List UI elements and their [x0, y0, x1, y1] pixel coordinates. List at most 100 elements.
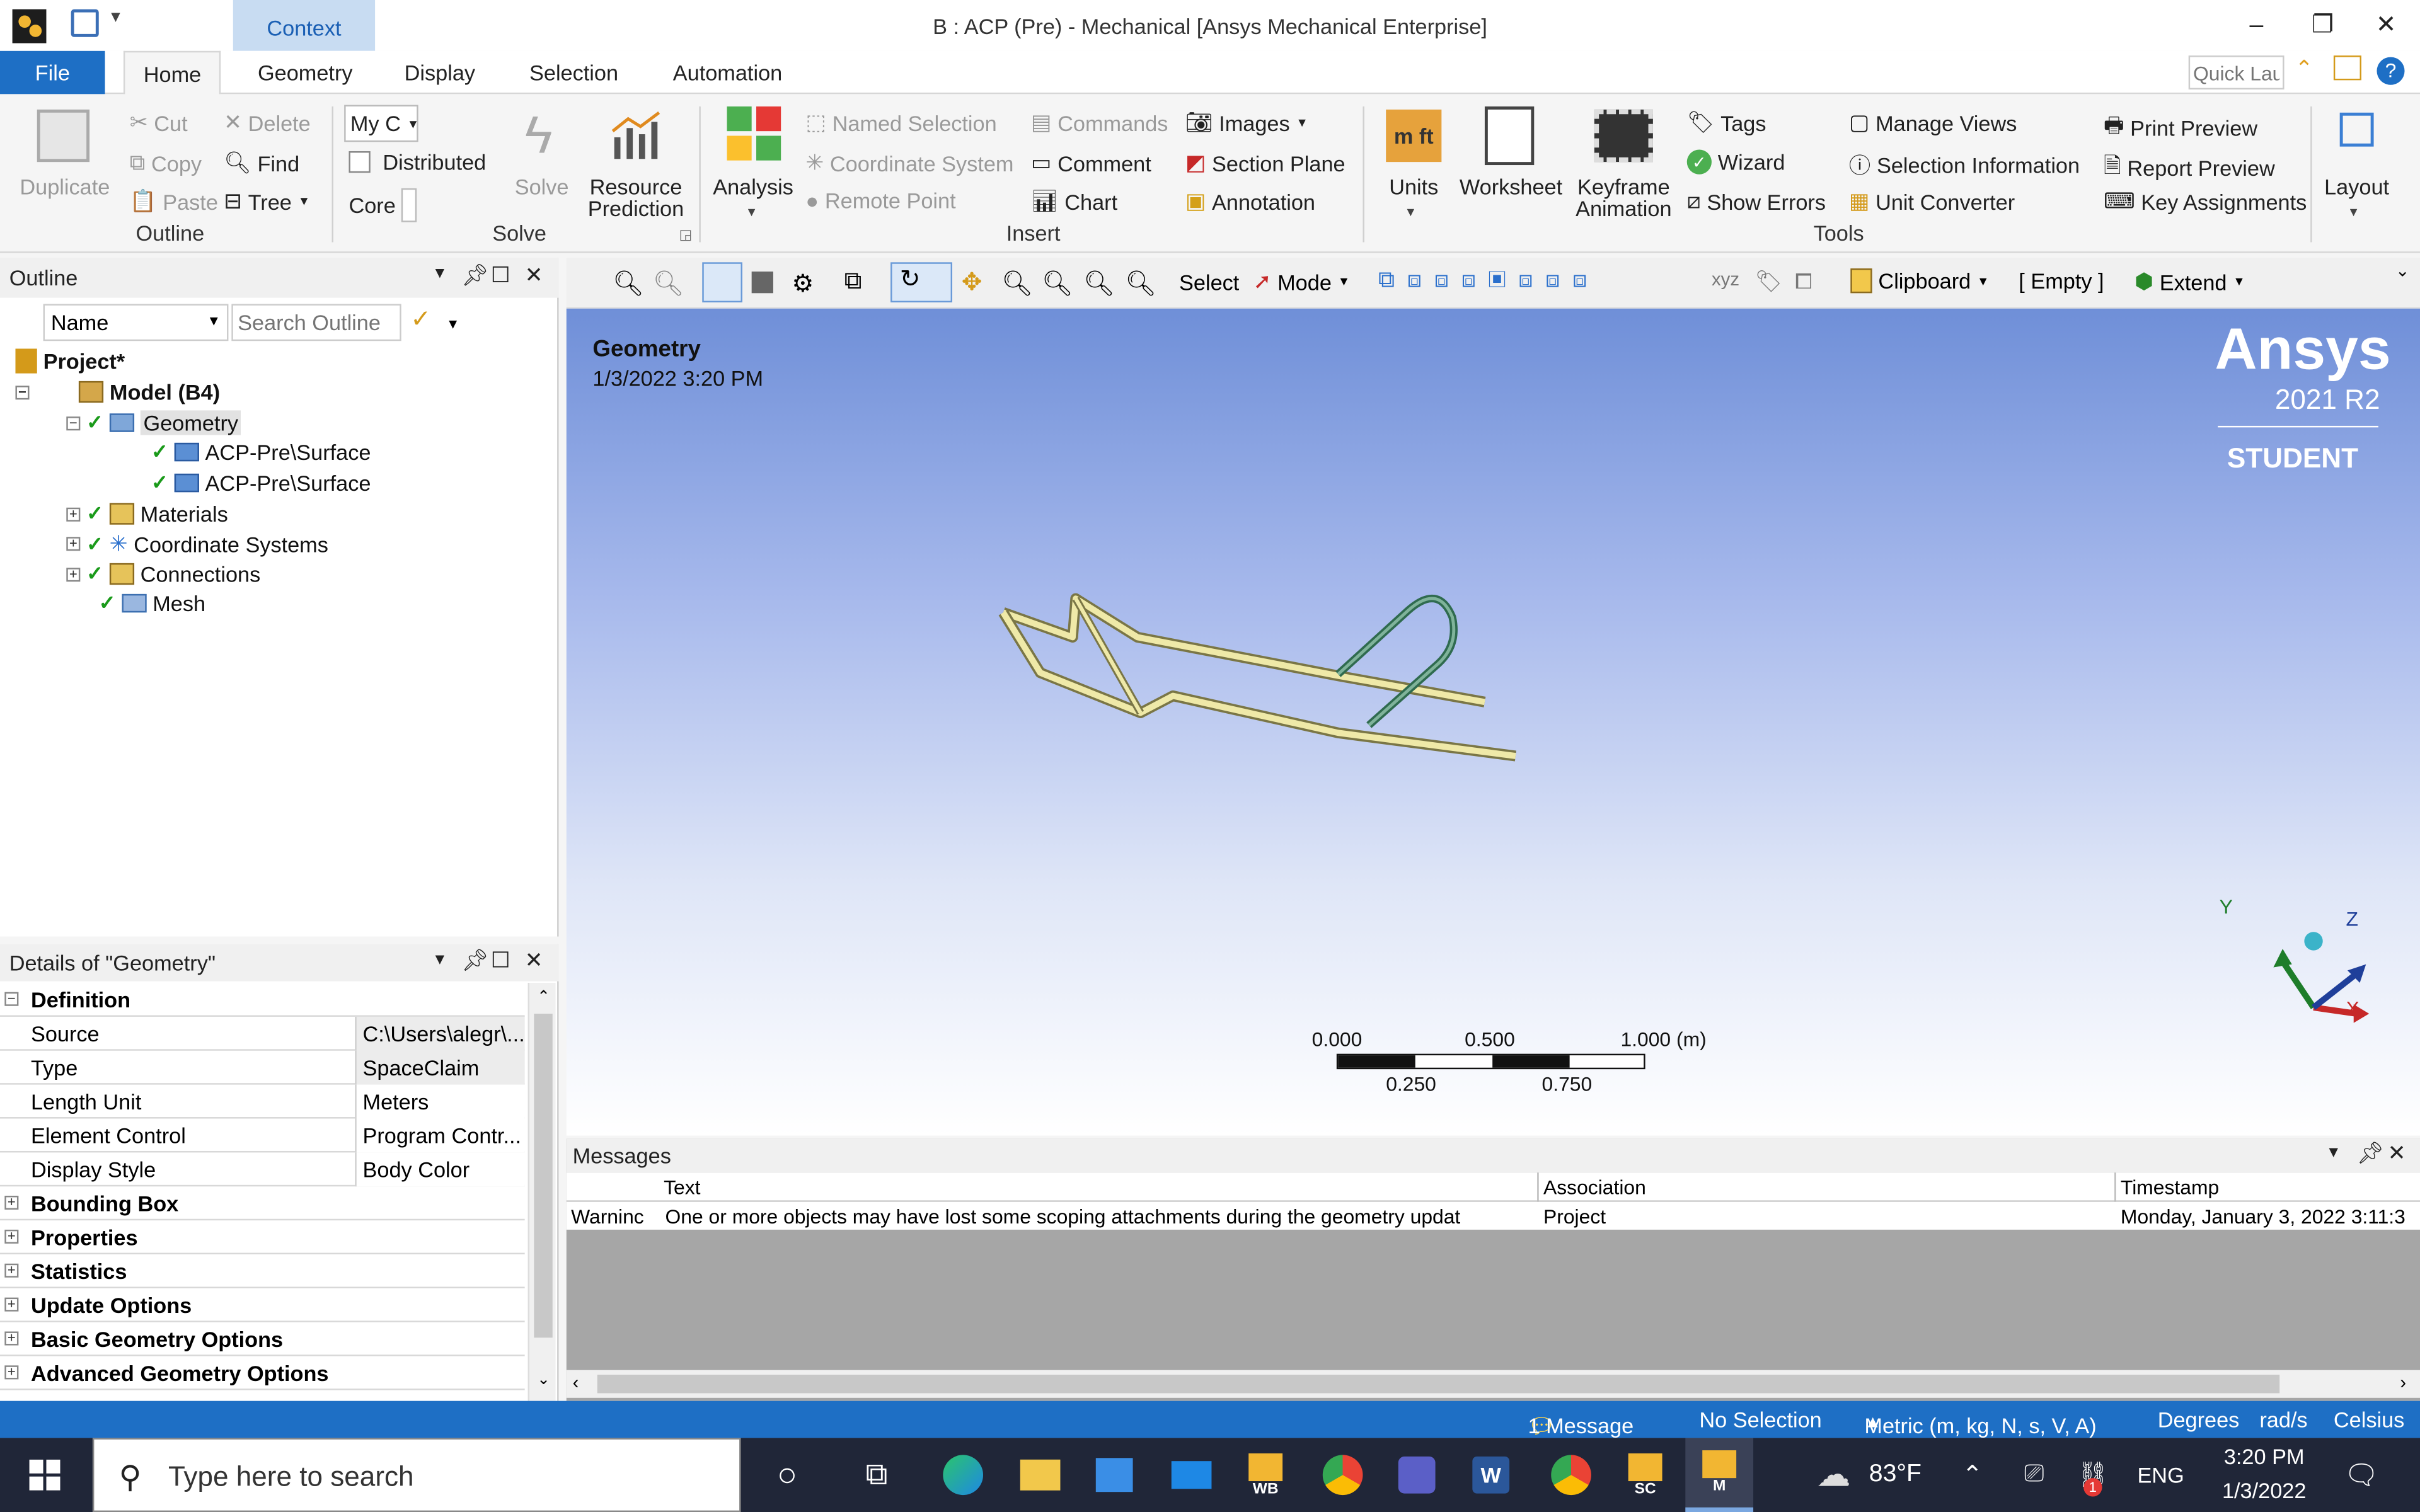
analysis-button[interactable]: Analysis [707, 176, 800, 197]
tree-item-materials[interactable]: + ✓ Materials [66, 501, 228, 526]
pin-icon[interactable]: 📌︎ [461, 948, 489, 974]
comment-button[interactable]: ▭ Comment [1031, 150, 1151, 176]
collapse-ribbon-icon[interactable]: ⌃ [2295, 55, 2313, 82]
mechanical-app-icon[interactable]: M [1685, 1438, 1754, 1512]
duplicate-button[interactable]: Duplicate [9, 176, 120, 197]
extend-button[interactable]: ⬢ Extend ▼ [2135, 268, 2245, 295]
close-icon[interactable]: ✕ [2388, 1140, 2406, 1167]
expand-icon[interactable]: + [4, 1229, 19, 1244]
keyframe-animation-button[interactable]: Keyframe Animation [1568, 176, 1679, 219]
collapse-icon[interactable]: − [66, 415, 81, 430]
edge-icon[interactable] [929, 1438, 997, 1512]
weather-temp[interactable]: 83°F [1864, 1438, 1926, 1512]
minimize-button[interactable]: – [2232, 6, 2281, 47]
tab-file[interactable]: File [0, 50, 105, 94]
annotation-toolbar-icon[interactable]: ⧠ [1795, 268, 1812, 295]
details-section-update-options[interactable]: + Update Options [0, 1288, 525, 1322]
store-icon[interactable] [1080, 1438, 1148, 1512]
delete-button[interactable]: ✕ Delete [224, 110, 311, 136]
cores-field[interactable]: Core [349, 188, 418, 222]
task-view-icon[interactable]: ⧉ [843, 1438, 911, 1512]
expand-icon[interactable]: + [4, 1195, 19, 1210]
zoom-out-icon[interactable]: 🔍︎ [653, 268, 684, 299]
details-row-length-unit[interactable]: Length Unit Meters [0, 1084, 525, 1119]
expand-icon[interactable]: + [66, 506, 81, 521]
scroll-down-icon[interactable]: ⌄ [537, 1372, 550, 1389]
tags-button[interactable]: 🏷︎ Tags [1687, 110, 1766, 136]
details-section-basic-geometry-options[interactable]: + Basic Geometry Options [0, 1322, 525, 1356]
loop-body[interactable] [1335, 594, 1458, 728]
details-row-type[interactable]: Type SpaceClaim [0, 1050, 525, 1085]
action-center-icon[interactable]: 🗨︎ [2334, 1438, 2389, 1512]
pin-icon[interactable]: 📌︎ [461, 262, 489, 289]
tab-automation[interactable]: Automation [654, 51, 800, 94]
box-zoom-icon[interactable]: 🔍︎ [1042, 268, 1073, 299]
expand-icon[interactable]: + [4, 1297, 19, 1312]
tree-item-geometry[interactable]: − ✓ Geometry [66, 410, 241, 435]
cut-button[interactable]: ✂ Cut [130, 110, 188, 136]
solve-button[interactable]: Solve [506, 176, 577, 197]
zoom-icon[interactable]: 🔍︎ [1001, 268, 1033, 299]
model-geometry[interactable] [567, 309, 2420, 1136]
help-icon[interactable]: ? [2377, 57, 2405, 85]
details-scrollbar[interactable]: ⌃ ⌄ [527, 983, 556, 1401]
details-value[interactable]: SpaceClaim [355, 1050, 525, 1085]
manage-views-button[interactable]: ▢ Manage Views [1849, 110, 2017, 136]
named-selection-button[interactable]: ⬚ Named Selection [805, 110, 996, 136]
chevron-down-icon[interactable]: ▼ [432, 265, 447, 282]
maximize-icon[interactable]: ☐ [491, 262, 510, 289]
chevron-up-icon[interactable]: ⌃ [1954, 1438, 1991, 1512]
expand-icon[interactable]: + [4, 1263, 19, 1278]
selection-filter-icon[interactable]: ⧉ [844, 268, 862, 296]
details-section-definition[interactable]: − Definition [0, 983, 525, 1017]
chrome-profile-icon[interactable] [1537, 1438, 1605, 1512]
details-section-properties[interactable]: + Properties [0, 1220, 525, 1255]
details-section-statistics[interactable]: + Statistics [0, 1254, 525, 1288]
restore-button[interactable]: ❐ [2298, 6, 2348, 47]
col-timestamp[interactable]: Timestamp [2121, 1176, 2219, 1199]
search-outline-input[interactable] [231, 304, 401, 341]
details-section-advanced-geometry-options[interactable]: + Advanced Geometry Options [0, 1356, 525, 1390]
distributed-checkbox[interactable]: Distributed [349, 150, 486, 175]
find-button[interactable]: 🔍︎ Find [224, 150, 299, 176]
quick-launch-input[interactable] [2188, 55, 2285, 90]
details-value[interactable]: Program Contr... [355, 1118, 525, 1153]
table-row[interactable]: Warninc One or more objects may have los… [566, 1201, 2420, 1230]
tree-item-connections[interactable]: + ✓ Connections [66, 561, 260, 587]
taskbar-date[interactable]: 1/3/2022 [2210, 1478, 2318, 1503]
details-value[interactable]: Body Color [355, 1152, 525, 1187]
solve-target-select[interactable]: My C ▼ [344, 105, 419, 142]
scroll-up-icon[interactable]: ⌃ [537, 989, 550, 1006]
layout-button[interactable]: Layout [2315, 176, 2398, 197]
zoom-fit-icon[interactable]: 🔍︎ [1083, 268, 1115, 299]
chevron-down-icon[interactable]: ▼ [2326, 1145, 2341, 1162]
section-plane-button[interactable]: ◩ Section Plane [1185, 150, 1345, 176]
pin-icon[interactable]: 📌︎ [2357, 1140, 2385, 1167]
filter-check-icon[interactable]: ✓ [410, 304, 431, 335]
meet-now-icon[interactable]: ⎚ [2015, 1438, 2053, 1512]
details-row-display-style[interactable]: Display Style Body Color [0, 1152, 525, 1187]
col-text[interactable]: Text [664, 1176, 700, 1199]
messages-horizontal-scrollbar[interactable]: ‹ › [566, 1370, 2420, 1398]
close-icon[interactable]: ✕ [525, 948, 543, 974]
chevron-down-icon[interactable]: ▼ [446, 316, 460, 331]
chrome-icon[interactable] [1309, 1438, 1377, 1512]
rotate-icon[interactable]: ↻ [890, 262, 953, 303]
cores-input[interactable] [401, 188, 418, 222]
units-button[interactable]: Units [1374, 176, 1454, 197]
expand-icon[interactable]: + [4, 1365, 19, 1380]
close-icon[interactable]: ✕ [525, 262, 543, 289]
resource-prediction-button[interactable]: Resource Prediction [584, 176, 689, 219]
col-association[interactable]: Association [1543, 1176, 1646, 1199]
wizard-button[interactable]: ✓ Wizard [1686, 149, 1785, 175]
taskbar-search-box[interactable]: ⚲ Type here to search [92, 1438, 741, 1512]
notification-app-icon[interactable]: ⛓ [2074, 1438, 2111, 1512]
expand-icon[interactable]: + [66, 566, 81, 581]
spaceclaim-app-icon[interactable]: SC [1611, 1438, 1680, 1512]
graphics-viewport[interactable]: Geometry 1/3/2022 3:20 PM Ansys 2021 R2 … [566, 308, 2420, 1136]
magnifier-icon[interactable]: 🔍︎ [1125, 268, 1156, 299]
pan-icon[interactable]: ✥ [962, 267, 982, 298]
select-type-icons[interactable]: ⧉⧈⧈⧈▣⧈⧈⧈ [1378, 267, 1599, 294]
details-row-source[interactable]: Source C:\Users\alegr\... [0, 1016, 525, 1051]
scrollbar-thumb[interactable] [597, 1375, 2280, 1394]
